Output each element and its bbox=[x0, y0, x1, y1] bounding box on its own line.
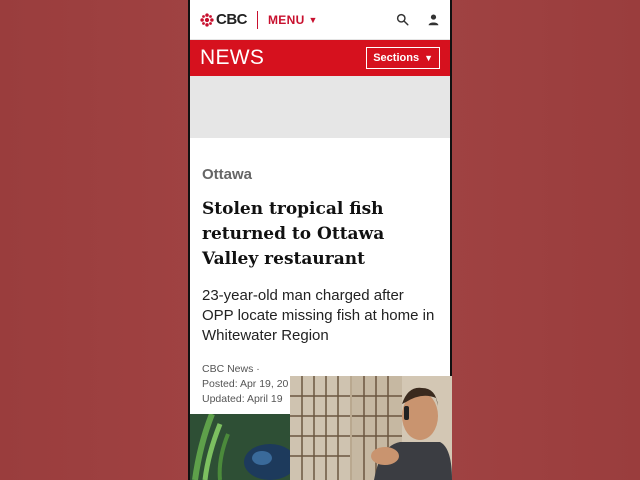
article-source: CBC News · bbox=[202, 363, 260, 375]
sections-button[interactable]: Sections ▼ bbox=[366, 47, 440, 69]
header-divider bbox=[257, 10, 258, 29]
webcam-image bbox=[290, 376, 452, 480]
article-headline: Stolen tropical fish returned to Ottawa … bbox=[202, 199, 385, 269]
webcam-overlay bbox=[290, 376, 452, 480]
article-category[interactable]: Ottawa bbox=[202, 166, 438, 183]
cbc-gem-icon bbox=[200, 12, 214, 27]
user-icon[interactable] bbox=[427, 13, 440, 26]
chevron-down-icon: ▼ bbox=[424, 53, 433, 63]
site-header: CBC MENU ▼ bbox=[190, 0, 450, 40]
video-frame: CBC MENU ▼ NEWS Sections ▼ Ottawa Stolen… bbox=[0, 0, 640, 480]
header-actions bbox=[378, 13, 440, 26]
article-deck: 23-year-old man charged after OPP locate… bbox=[202, 287, 435, 344]
news-section-bar: NEWS Sections ▼ bbox=[190, 40, 450, 76]
menu-button[interactable]: MENU ▼ bbox=[268, 13, 318, 27]
sections-label: Sections bbox=[373, 52, 420, 64]
ad-placeholder bbox=[190, 76, 450, 138]
cbc-wordmark: CBC bbox=[216, 11, 248, 28]
aquarium-image bbox=[190, 414, 290, 480]
article: Ottawa Stolen tropical fish returned to … bbox=[190, 138, 450, 407]
chevron-down-icon: ▼ bbox=[308, 14, 318, 25]
section-title[interactable]: NEWS bbox=[200, 46, 264, 70]
article-photo bbox=[190, 414, 290, 480]
cbc-logo[interactable]: CBC bbox=[200, 11, 248, 28]
search-icon[interactable] bbox=[396, 13, 409, 26]
menu-label: MENU bbox=[268, 12, 305, 27]
